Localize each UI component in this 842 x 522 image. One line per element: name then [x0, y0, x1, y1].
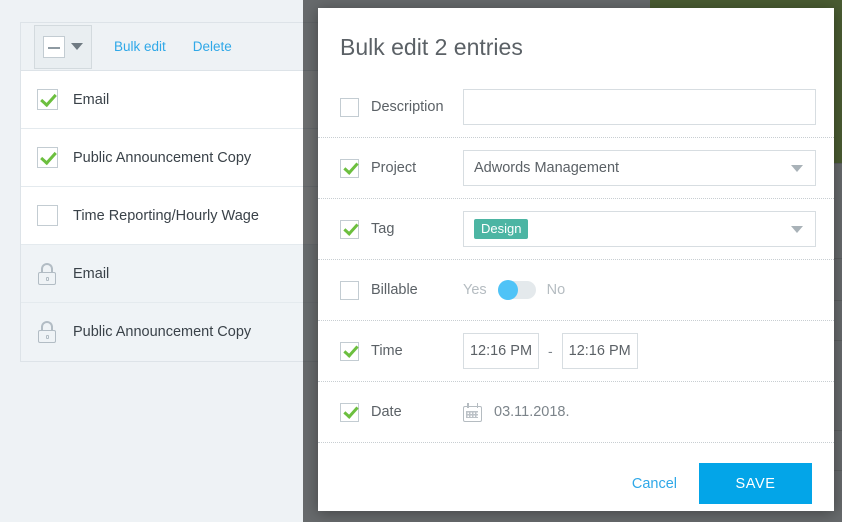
delete-button[interactable]: Delete: [193, 39, 232, 54]
row-checkbox[interactable]: [36, 205, 58, 226]
row-checkbox[interactable]: [36, 89, 58, 110]
select-all-checkbox[interactable]: [43, 35, 65, 58]
description-checkbox[interactable]: [340, 97, 359, 117]
form-row-time: Time 12:16 PM - 12:16 PM: [318, 321, 834, 382]
row-lock-cell: [21, 262, 73, 285]
entry-title: Email: [73, 91, 110, 108]
time-label: Time: [371, 343, 403, 359]
form-row-tag: Tag Design: [318, 199, 834, 260]
date-checkbox[interactable]: [340, 402, 359, 422]
lock-icon: [37, 262, 57, 285]
billable-checkbox[interactable]: [340, 280, 359, 300]
billable-no-label[interactable]: No: [547, 282, 566, 298]
app-root: Bulk edit Delete Email E Public Announce…: [0, 0, 842, 522]
tag-label: Tag: [371, 221, 395, 237]
form-row-billable: Billable Yes No: [318, 260, 834, 321]
time-range-separator: -: [548, 343, 553, 359]
dialog-footer: Cancel SAVE: [318, 443, 834, 504]
billable-toggle[interactable]: [497, 280, 536, 300]
tag-select[interactable]: Design: [463, 211, 816, 247]
chevron-down-icon[interactable]: [71, 43, 83, 50]
row-checkbox[interactable]: [36, 147, 58, 168]
time-end-input[interactable]: 12:16 PM: [561, 333, 638, 369]
tag-chip[interactable]: Design: [474, 219, 529, 239]
description-input[interactable]: [463, 89, 816, 125]
chevron-down-icon[interactable]: [791, 226, 803, 233]
save-button[interactable]: SAVE: [699, 463, 812, 504]
form-row-project: Project Adwords Management: [318, 138, 834, 199]
time-start-input[interactable]: 12:16 PM: [463, 333, 539, 369]
form-row-date: Date 03.11.2018.: [318, 382, 834, 443]
bulk-edit-button[interactable]: Bulk edit: [114, 39, 166, 54]
entry-title: Email: [73, 265, 110, 282]
billable-label: Billable: [371, 282, 418, 298]
entry-title: Public Announcement Copy: [73, 149, 252, 166]
tag-checkbox[interactable]: [340, 219, 359, 239]
project-select-value: Adwords Management: [474, 160, 620, 176]
entry-title: Time Reporting/Hourly Wage: [73, 207, 259, 224]
date-label: Date: [371, 404, 402, 420]
billable-yes-label[interactable]: Yes: [463, 282, 487, 298]
row-select-cell[interactable]: [21, 89, 73, 110]
row-select-cell[interactable]: [21, 147, 73, 168]
row-lock-cell: [21, 321, 73, 343]
cancel-button[interactable]: Cancel: [632, 476, 677, 492]
description-label: Description: [371, 99, 444, 115]
page-title: Bulk edit 2 entries: [340, 34, 523, 60]
lock-icon: [37, 321, 57, 343]
project-select[interactable]: Adwords Management: [463, 150, 816, 186]
project-label: Project: [371, 160, 417, 176]
select-all-dropdown[interactable]: [34, 24, 92, 69]
toggle-knob[interactable]: [497, 280, 518, 300]
row-select-cell[interactable]: [21, 205, 73, 226]
project-checkbox[interactable]: [340, 158, 359, 178]
time-checkbox[interactable]: [340, 341, 359, 361]
entry-title: Public Announcement Copy: [73, 324, 252, 340]
form-row-description: Description: [318, 77, 834, 138]
billable-toggle-group[interactable]: Yes No: [463, 280, 566, 300]
chevron-down-icon[interactable]: [791, 165, 803, 172]
date-value[interactable]: 03.11.2018.: [494, 404, 570, 420]
bulk-edit-dialog: Bulk edit 2 entries Description Project …: [318, 8, 834, 511]
calendar-icon[interactable]: [463, 402, 482, 422]
